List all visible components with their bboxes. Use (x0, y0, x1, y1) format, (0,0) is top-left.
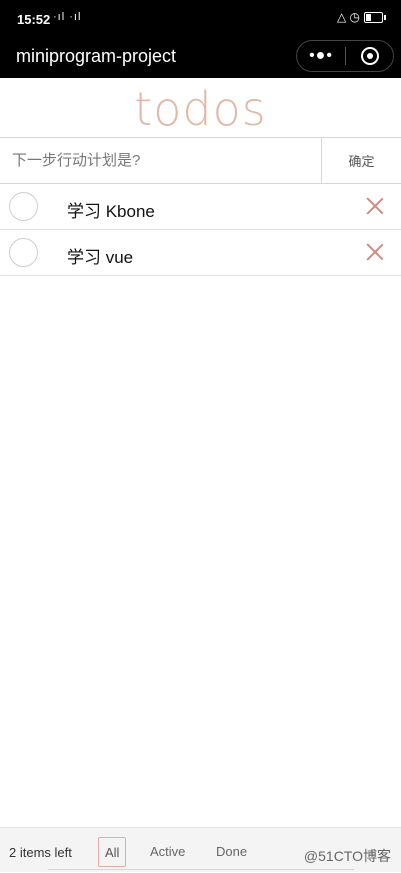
new-todo-input[interactable] (0, 138, 322, 183)
filter-done[interactable]: Done (210, 837, 253, 867)
status-bar: 15:52 ·ıl ·ıl △ ◷ (0, 0, 401, 40)
todo-item: 学习 Kbone (0, 184, 401, 230)
page-title: miniprogram-project (16, 46, 177, 66)
target-icon (360, 47, 379, 65)
more-icon[interactable]: •●• (297, 47, 345, 65)
confirm-button[interactable]: 确定 (322, 138, 401, 183)
status-time: 15:52 (17, 12, 51, 27)
nav-bar: miniprogram-project •●• (0, 40, 401, 78)
todo-checkbox[interactable] (9, 192, 38, 221)
todo-list: 学习 Kbone 学习 vue (0, 184, 401, 276)
signal-icon: ·ıl ·ıl (53, 11, 82, 23)
todo-checkbox[interactable] (9, 238, 38, 267)
app-title: todos (134, 82, 267, 136)
todo-item: 学习 vue (0, 230, 401, 276)
filter-active[interactable]: Active (144, 837, 191, 867)
delete-icon[interactable] (366, 197, 384, 215)
todo-label: 学习 vue (67, 248, 134, 267)
filter-all[interactable]: All (98, 837, 127, 867)
new-todo-row: 确定 (0, 137, 401, 184)
battery-icon (364, 11, 386, 23)
footer: 2 items left All Active Done @51CTO博客 (0, 827, 401, 872)
items-left-count: 2 items left (9, 845, 72, 860)
stacked-cards-edge (48, 869, 354, 873)
capsule-menu: •●• (296, 40, 394, 72)
delete-icon[interactable] (366, 243, 384, 261)
todo-label: 学习 Kbone (67, 202, 155, 221)
alarm-icon: △ ◷ (336, 10, 360, 24)
close-miniprogram-button[interactable] (346, 47, 393, 65)
status-right-icons: △ ◷ (336, 10, 386, 24)
watermark: @51CTO博客 (303, 848, 391, 864)
